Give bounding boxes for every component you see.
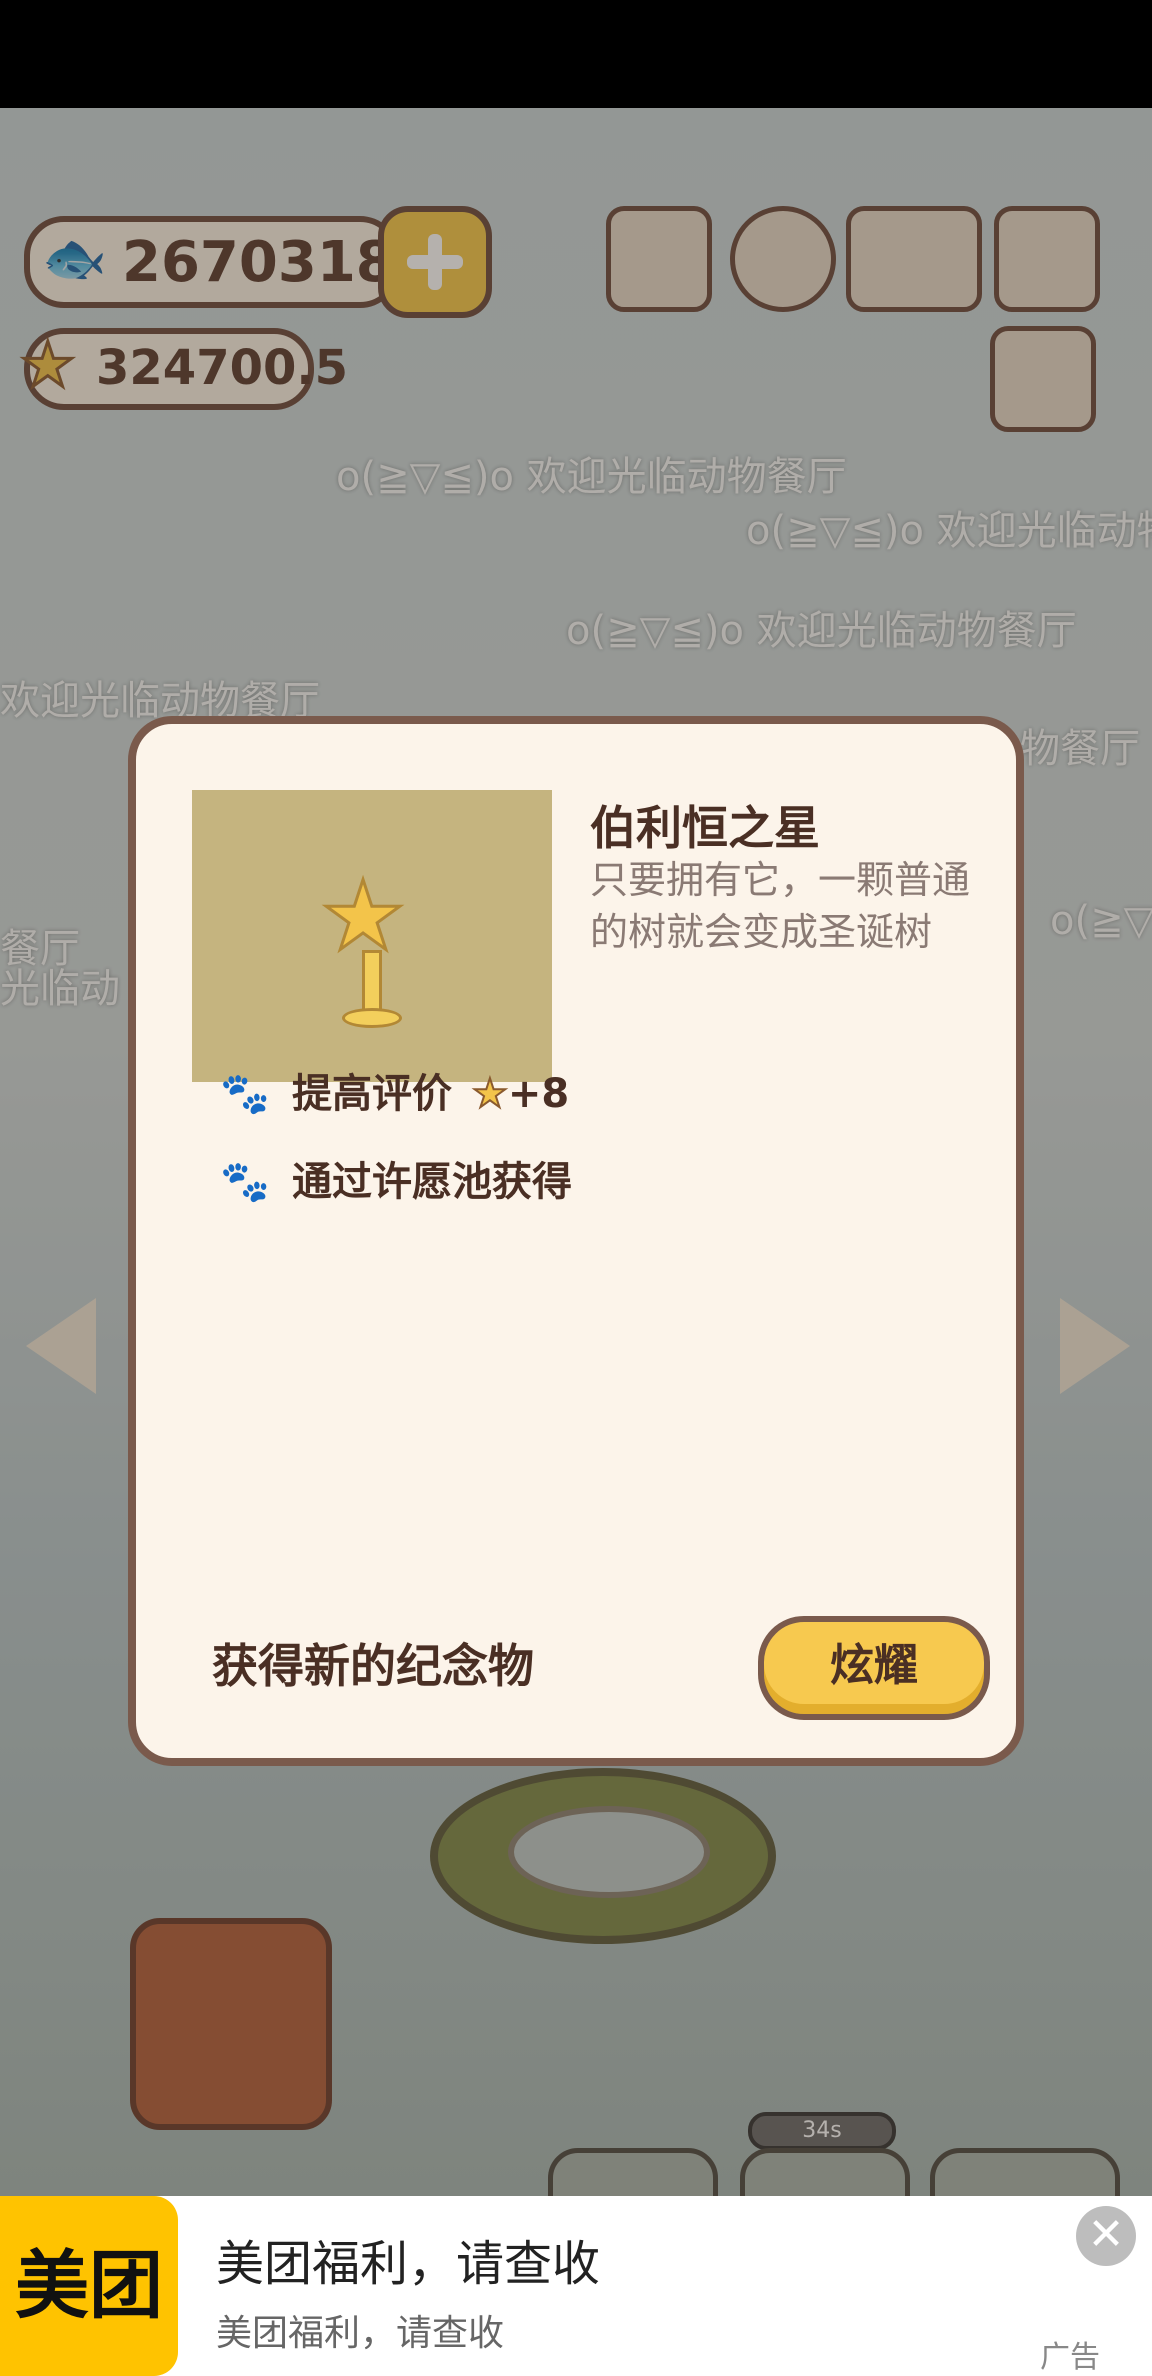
stand-pole (362, 950, 382, 1016)
star-icon: ★ (471, 1070, 509, 1118)
stand-base (342, 1008, 402, 1028)
souvenir-image: ★ (192, 790, 552, 1082)
souvenir-title: 伯利恒之星 (590, 801, 820, 855)
attribute-row-rating: 🐾 提高评价 ★+8 (220, 1064, 569, 1124)
souvenir-description: 只要拥有它，一颗普通的树就会变成圣诞树 (590, 858, 971, 954)
attribute-label: 提高评价 (292, 1071, 452, 1117)
paw-icon: 🐾 (220, 1071, 270, 1117)
new-souvenir-label: 获得新的纪念物 (212, 1639, 534, 1693)
meituan-logo[interactable]: 美团 (0, 2196, 178, 2376)
paw-icon: 🐾 (220, 1159, 270, 1205)
show-off-button[interactable]: 炫耀 (758, 1616, 990, 1720)
attribute-label: 通过许愿池获得 (292, 1159, 572, 1205)
close-icon[interactable]: ✕ (1076, 2206, 1136, 2266)
attribute-value: +8 (507, 1071, 570, 1117)
souvenir-dialog: ★ 伯利恒之星 只要拥有它，一颗普通的树就会变成圣诞树 🐾 提高评价 ★+8 🐾 通过… (128, 716, 1024, 1766)
attribute-row-source: 🐾 通过许愿池获得 (220, 1152, 572, 1212)
ad-banner[interactable]: 美团 美团福利，请查收 美团福利，请查收 ✕ 广告 (0, 2196, 1152, 2376)
ad-title[interactable]: 美团福利，请查收 (216, 2224, 600, 2294)
ad-subtitle[interactable]: 美团福利，请查收 (216, 2304, 504, 2356)
status-bar (0, 0, 1152, 108)
ad-tag: 广告 (1040, 2340, 1100, 2375)
